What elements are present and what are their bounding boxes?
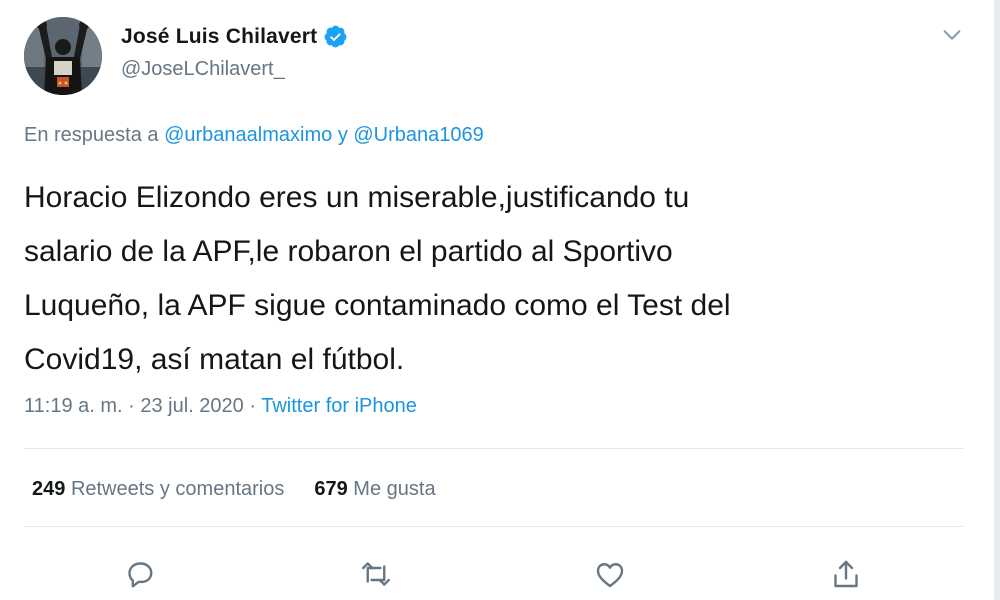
retweets-label: Retweets y comentarios bbox=[70, 478, 285, 500]
avatar-image bbox=[24, 17, 102, 95]
avatar[interactable] bbox=[24, 17, 102, 95]
mention-link-urbanaalmaximo[interactable]: @urbanaalmaximo bbox=[164, 124, 332, 146]
user-handle[interactable]: @JoseLChilavert_ bbox=[121, 58, 285, 81]
tweet-meta: 11:19 a. m. · 23 jul. 2020 · Twitter for… bbox=[24, 395, 417, 418]
divider-top bbox=[24, 448, 964, 449]
tweet-text: Horacio Elizondo eres un miserable,justi… bbox=[24, 181, 731, 376]
meta-separator: · bbox=[128, 395, 135, 417]
engagement-stats: 249 Retweets y comentarios 679 Me gusta bbox=[32, 478, 436, 501]
meta-separator-2: · bbox=[249, 395, 257, 417]
mention-link-urbana1069[interactable]: @Urbana1069 bbox=[353, 124, 483, 146]
name-row: José Luis Chilavert bbox=[121, 24, 348, 49]
reply-icon bbox=[128, 562, 153, 588]
reply-button[interactable] bbox=[122, 556, 158, 592]
retweet-icon bbox=[362, 562, 390, 586]
display-name[interactable]: José Luis Chilavert bbox=[121, 25, 317, 49]
retweet-button[interactable] bbox=[358, 556, 394, 592]
chevron-down-icon[interactable] bbox=[941, 24, 963, 46]
scrollbar-track[interactable] bbox=[994, 0, 1000, 600]
divider-bottom bbox=[24, 526, 964, 527]
tweet-card: José Luis Chilavert @JoseLChilavert_ En … bbox=[0, 0, 1000, 600]
tweet-source-link[interactable]: Twitter for iPhone bbox=[261, 395, 417, 417]
likes-stat[interactable]: 679 Me gusta bbox=[314, 478, 435, 500]
verified-badge-icon bbox=[324, 25, 347, 48]
tweet-time[interactable]: 11:19 a. m. bbox=[24, 395, 123, 417]
share-icon bbox=[834, 560, 858, 588]
share-button[interactable] bbox=[828, 556, 864, 592]
likes-label: Me gusta bbox=[353, 478, 436, 500]
reply-prefix: En respuesta a bbox=[24, 124, 159, 146]
like-button[interactable] bbox=[592, 556, 628, 592]
retweets-count: 249 bbox=[32, 478, 66, 500]
heart-icon bbox=[596, 563, 624, 588]
reply-context: En respuesta a @urbanaalmaximo y @Urbana… bbox=[24, 124, 484, 147]
retweets-stat[interactable]: 249 Retweets y comentarios bbox=[32, 478, 284, 500]
reply-connector: y bbox=[337, 124, 348, 146]
likes-count: 679 bbox=[314, 478, 348, 500]
tweet-date[interactable]: 23 jul. 2020 bbox=[140, 395, 243, 417]
